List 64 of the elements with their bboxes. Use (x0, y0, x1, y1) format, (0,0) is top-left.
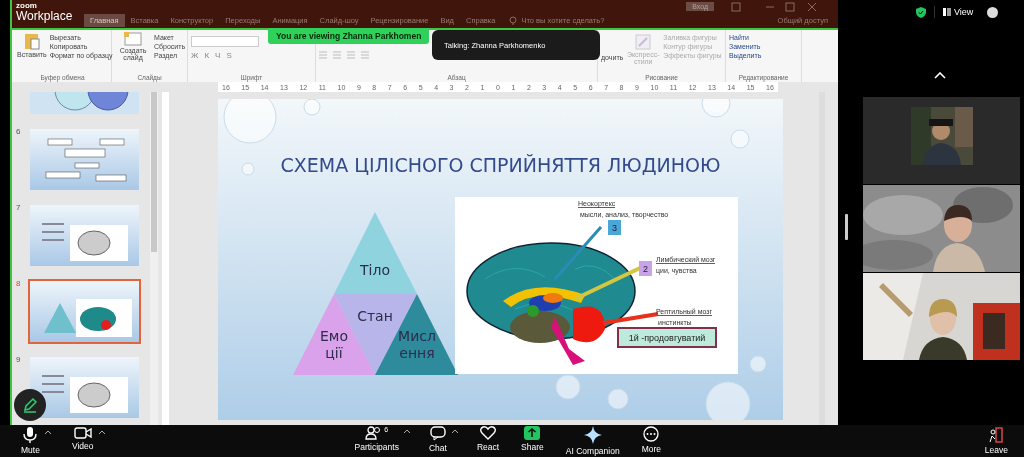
slide-thumbnail[interactable] (28, 203, 141, 268)
chevron-up-icon[interactable] (934, 72, 946, 79)
water-drop (241, 162, 255, 176)
format-button[interactable]: Ж (191, 51, 199, 60)
clipboard-icon (23, 32, 40, 50)
heart-icon (480, 426, 496, 440)
mute-button[interactable]: Mute (17, 427, 44, 455)
font-name-field[interactable] (191, 36, 259, 47)
avatar[interactable] (987, 6, 999, 18)
resize-handle[interactable] (845, 214, 848, 240)
water-drop (555, 374, 581, 400)
video-button[interactable]: Video (67, 427, 98, 451)
water-drop (705, 381, 751, 420)
caption-label: 1й -продовгуватий (617, 327, 717, 348)
window-controls-icon[interactable] (728, 1, 818, 12)
chat-icon (429, 426, 446, 441)
leave-button[interactable]: Leave (980, 427, 1012, 455)
caret-icon[interactable] (402, 429, 411, 434)
react-button[interactable]: React (472, 426, 504, 452)
logo-product: Workplace (16, 10, 73, 22)
annotate-button[interactable] (14, 389, 46, 421)
scrollbar[interactable] (150, 92, 158, 425)
more-icon (643, 426, 660, 442)
water-drop (223, 99, 277, 144)
slide-title: СХЕМА ЦІЛІСНОГО СПРИЙНЯТТЯ ЛЮДИНОЮ (280, 154, 721, 176)
caret-icon[interactable] (43, 430, 52, 435)
chat-button[interactable]: Chat (424, 426, 451, 453)
microphone-icon (23, 427, 38, 443)
format-button[interactable]: К (204, 51, 210, 60)
pencil-icon (635, 34, 652, 50)
slide-number: 8 (16, 279, 22, 288)
sparkle-icon (583, 426, 602, 444)
water-drop (607, 388, 629, 410)
slide-number: 9 (16, 355, 22, 364)
water-drop (303, 99, 321, 116)
viewing-banner: You are viewing Zhanna Parkhomen (268, 28, 430, 44)
caret-icon[interactable] (97, 430, 106, 435)
slide-thumbnail[interactable] (28, 355, 141, 420)
caret-icon[interactable] (450, 429, 459, 434)
slide-thumbnail[interactable] (28, 279, 141, 344)
water-drop (730, 129, 750, 149)
slide-number: 6 (16, 127, 22, 136)
number-tag: 2 (639, 261, 652, 276)
more-button[interactable]: More (637, 426, 666, 454)
slide-icon (124, 32, 142, 46)
slide-number: 7 (16, 203, 22, 212)
exit-icon (989, 427, 1004, 443)
slide-thumbnail[interactable] (28, 127, 141, 192)
share-button[interactable]: Share (517, 426, 548, 452)
pyramid-segment: Тіло (334, 212, 417, 294)
layout-icon (943, 8, 951, 16)
format-button[interactable]: Ч (215, 51, 221, 60)
logo-brand: zoom (16, 2, 38, 10)
shield-icon[interactable] (916, 6, 926, 18)
view-button[interactable]: View (943, 7, 974, 17)
ai-button[interactable]: AI Companion (561, 426, 624, 456)
scrollbar[interactable] (819, 92, 825, 425)
water-drop (701, 99, 731, 118)
pencil-icon (22, 397, 38, 413)
format-button[interactable]: S (226, 51, 232, 60)
water-drop (749, 355, 767, 373)
number-tag: 3 (608, 220, 621, 235)
lightbulb-icon (509, 15, 518, 26)
video-camera-icon (73, 427, 92, 439)
